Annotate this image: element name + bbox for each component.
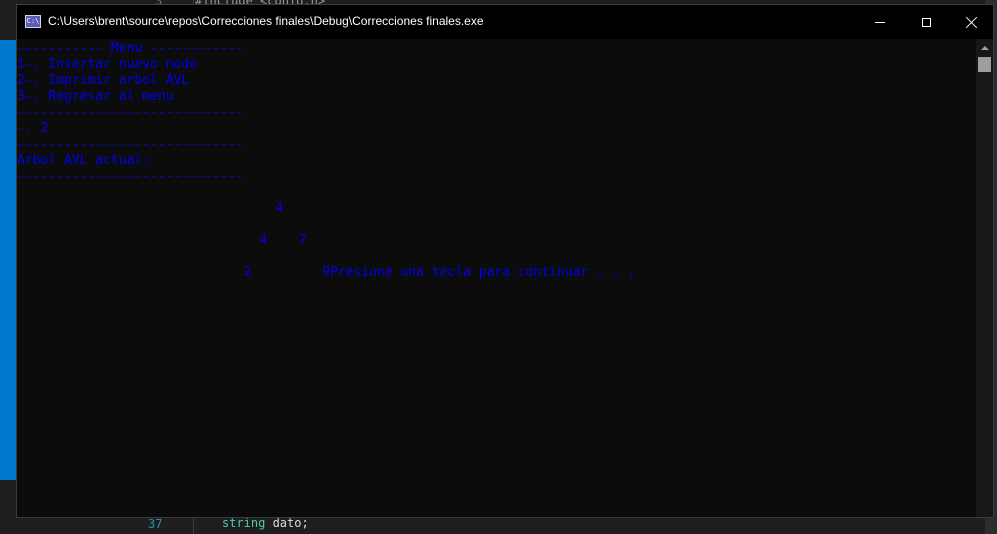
console-line: Arbol AVL actual: [17, 153, 151, 168]
maximize-icon [921, 17, 931, 27]
console-window: C:\ C:\Users\brent\source\repos\Correcci… [16, 4, 994, 518]
ide-side-panel [0, 40, 16, 480]
title-bar[interactable]: C:\ C:\Users\brent\source\repos\Correcci… [17, 5, 993, 39]
console-output[interactable]: ----------- Menu ------------ 1-. Insert… [17, 39, 976, 517]
console-line: 4 7 [17, 233, 307, 248]
console-line: 2 9Presione una tecla para continuar . .… [17, 265, 636, 280]
console-line: 2-. Imprimir arbol AVL [17, 73, 190, 88]
vertical-scrollbar[interactable] [976, 39, 993, 517]
console-line: -. 2 [17, 121, 49, 136]
console-line: ----------------------------- [17, 137, 244, 152]
code-keyword: string [222, 516, 266, 530]
code-identifier: dato; [265, 516, 309, 530]
desktop: 3 #include <conio.h> 37 string dato; C:\… [0, 0, 997, 534]
close-icon [966, 16, 978, 28]
console-line: ----------------------------- [17, 105, 244, 120]
window-title: C:\Users\brent\source\repos\Correcciones… [48, 14, 484, 28]
scroll-thumb[interactable] [978, 57, 991, 72]
arrow-up-icon [980, 45, 989, 50]
ide-code-line: string dato; [222, 516, 309, 530]
console-line: ----------- Menu ------------ [17, 41, 244, 56]
minimize-button[interactable] [857, 5, 903, 39]
console-line: 4 [17, 201, 284, 216]
console-line: 3-. Regresar al menu [17, 89, 174, 104]
close-button[interactable] [949, 5, 995, 39]
console-line: ----------------------------- [17, 169, 244, 184]
maximize-button[interactable] [903, 5, 949, 39]
ide-line-number: 37 [148, 517, 163, 531]
console-app-icon[interactable]: C:\ [25, 15, 41, 28]
minimize-icon [875, 21, 885, 23]
console-line: 1-. Insertar nuevo nodo [17, 57, 198, 72]
scroll-up-button[interactable] [976, 39, 993, 56]
